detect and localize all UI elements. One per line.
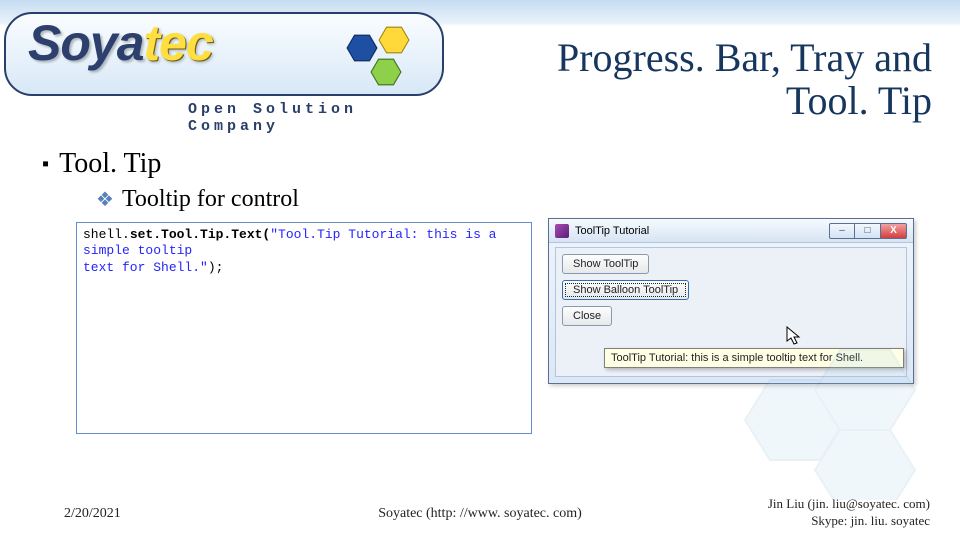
close-icon: X: [890, 225, 897, 236]
footer-author-skype: Skype: jin. liu. soyatec: [811, 513, 930, 528]
logo-tagline: Open Solution Company: [188, 101, 460, 135]
demo-window: ToolTip Tutorial – □ X Show ToolTip Show…: [548, 218, 916, 390]
maximize-icon: □: [864, 225, 870, 236]
window-titlebar[interactable]: ToolTip Tutorial – □ X: [549, 219, 913, 243]
close-window-button[interactable]: Close: [562, 306, 612, 326]
window-title-text: ToolTip Tutorial: [575, 225, 649, 237]
title-line-2: Tool. Tip: [786, 78, 932, 123]
hex-icon: [378, 26, 410, 54]
show-tooltip-button[interactable]: Show ToolTip: [562, 254, 649, 274]
close-button[interactable]: X: [881, 223, 907, 239]
window-app-icon: [555, 224, 569, 238]
footer-author-email: Jin Liu (jin. liu@soyatec. com): [768, 496, 930, 511]
show-balloon-tooltip-button[interactable]: Show Balloon ToolTip: [562, 280, 689, 300]
bullet-level-2: Tooltip for control: [96, 186, 299, 213]
minimize-icon: –: [839, 225, 845, 236]
code-snippet-box: shell.set.Tool.Tip.Text("Tool.Tip Tutori…: [76, 222, 532, 434]
tooltip-popup: ToolTip Tutorial: this is a simple toolt…: [604, 348, 904, 368]
code-text: );: [208, 260, 224, 275]
hex-icon: [370, 58, 402, 86]
maximize-button[interactable]: □: [855, 223, 881, 239]
code-text: shell.: [83, 227, 130, 242]
title-line-1: Progress. Bar, Tray and: [557, 35, 932, 80]
logo-word-alt: tec: [144, 15, 213, 71]
bullet-level-1: Tool. Tip: [42, 148, 161, 180]
logo-word-main: Soya: [28, 15, 144, 71]
logo-word: Soyatec: [28, 14, 213, 72]
footer-author: Jin Liu (jin. liu@soyatec. com) Skype: j…: [768, 496, 930, 530]
brand-logo: Soyatec Open Solution Company: [0, 6, 460, 122]
page-title: Progress. Bar, Tray and Tool. Tip: [472, 36, 932, 122]
mouse-cursor-icon: [786, 326, 802, 346]
minimize-button[interactable]: –: [829, 223, 855, 239]
code-string: text for Shell.": [83, 260, 208, 275]
code-bold: set.Tool.Tip.Text(: [130, 227, 270, 242]
